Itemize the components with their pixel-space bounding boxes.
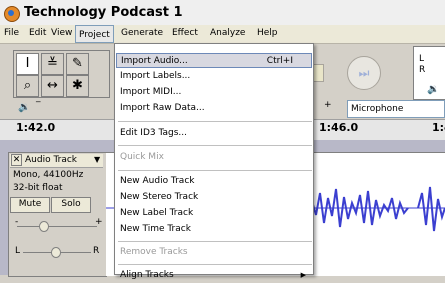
menu-effect[interactable]: Effect [172, 28, 198, 38]
edit-id3-tags-item[interactable]: Edit ID3 Tags... [116, 126, 312, 141]
menu-file[interactable]: File [4, 28, 19, 38]
menu-view[interactable]: View [51, 28, 72, 38]
track-control-panel: ✕ Audio Track ▼ Mono, 44100Hz 32-bit flo… [8, 152, 107, 277]
menu-separator [118, 121, 312, 122]
menu-separator [118, 241, 312, 242]
timeshift-tool-icon[interactable]: ↔ [41, 75, 64, 97]
tools-panel: I ≚ ✎ ⌕ ↔ ✱ [13, 50, 110, 98]
pan-right-label: R [93, 246, 100, 256]
new-stereo-track-item[interactable]: New Stereo Track [116, 190, 312, 205]
menu-analyze[interactable]: Analyze [210, 28, 245, 38]
menu-bar: File Edit View Project Generate Effect A… [0, 25, 445, 44]
ruler-label: 1:46.0 [319, 121, 359, 134]
track-menu-chevron-icon[interactable]: ▼ [94, 155, 100, 164]
track-header: ✕ Audio Track ▼ [10, 154, 103, 168]
output-volume-icon: 🔉 [427, 84, 440, 95]
import-labels-item[interactable]: Import Labels... [116, 69, 312, 84]
menu-generate[interactable]: Generate [121, 28, 163, 38]
meter-left-label: L [419, 54, 425, 64]
gain-slider-thumb[interactable] [39, 221, 49, 232]
menu-help[interactable]: Help [257, 28, 278, 38]
remove-tracks-item: Remove Tracks [120, 247, 188, 257]
track-format: 32-bit float [13, 183, 63, 193]
title-bar: Technology Podcast 1 [0, 0, 445, 26]
close-track-icon[interactable]: ✕ [11, 154, 22, 166]
skip-end-button[interactable]: ⏭ [347, 56, 381, 90]
align-tracks-item[interactable]: Align Tracks ▶ [116, 268, 312, 283]
new-time-track-item[interactable]: New Time Track [116, 222, 312, 237]
menu-edit[interactable]: Edit [29, 28, 46, 38]
track-rate: Mono, 44100Hz [13, 170, 84, 180]
selection-tool-icon[interactable]: I [16, 53, 39, 75]
ruler-label: 1:4 [432, 121, 445, 134]
solo-button[interactable]: Solo [51, 197, 91, 213]
new-audio-track-item[interactable]: New Audio Track [116, 174, 312, 189]
input-volume-plus: + [324, 100, 332, 110]
mute-button[interactable]: Mute [10, 197, 50, 213]
new-label-track-item[interactable]: New Label Track [116, 206, 312, 221]
output-slider[interactable]: ‾ [36, 101, 41, 111]
input-device-select[interactable]: Microphone [347, 100, 445, 118]
pan-left-label: L [15, 246, 21, 256]
zoom-tool-icon[interactable]: ⌕ [16, 75, 39, 97]
gain-slider-track [17, 226, 97, 227]
track-name[interactable]: Audio Track [25, 155, 77, 165]
menu-separator [118, 264, 312, 265]
menu-separator [118, 170, 312, 171]
menu-separator [118, 145, 312, 146]
import-raw-data-item[interactable]: Import Raw Data... [116, 101, 312, 116]
import-midi-item[interactable]: Import MIDI... [116, 85, 312, 100]
draw-tool-icon[interactable]: ✎ [66, 53, 89, 75]
meter-right-label: R [419, 65, 426, 75]
envelope-tool-icon[interactable]: ≚ [41, 53, 64, 75]
pan-slider-thumb[interactable] [51, 247, 61, 258]
audacity-icon [4, 6, 20, 22]
window-title: Technology Podcast 1 [24, 5, 183, 20]
speaker-icon: 🔉 [18, 102, 31, 113]
quick-mix-item: Quick Mix [120, 152, 164, 162]
submenu-arrow-icon: ▶ [300, 271, 306, 279]
ruler-label: 1:42.0 [16, 121, 56, 134]
menu-project[interactable]: Project [75, 25, 114, 43]
import-audio-item[interactable]: Import Audio... Ctrl+I [116, 53, 312, 68]
project-menu: Import Audio... Ctrl+I Import Labels... … [114, 43, 314, 280]
multi-tool-icon[interactable]: ✱ [66, 75, 89, 97]
